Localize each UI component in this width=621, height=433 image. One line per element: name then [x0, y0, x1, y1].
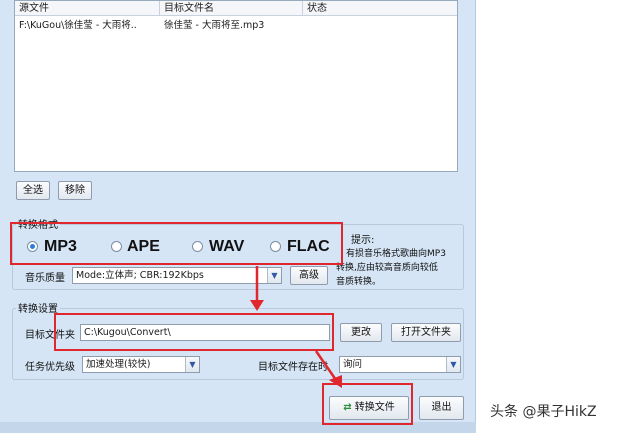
watermark: 头条 @果子HikZ: [490, 404, 597, 420]
arrow-format-to-folder: [250, 266, 264, 311]
arrow-head: [329, 375, 342, 388]
annotation-arrows: [250, 266, 342, 388]
arrow-folder-to-convert: [314, 350, 342, 388]
arrow-head: [250, 300, 264, 311]
arrow-line: [314, 350, 338, 381]
